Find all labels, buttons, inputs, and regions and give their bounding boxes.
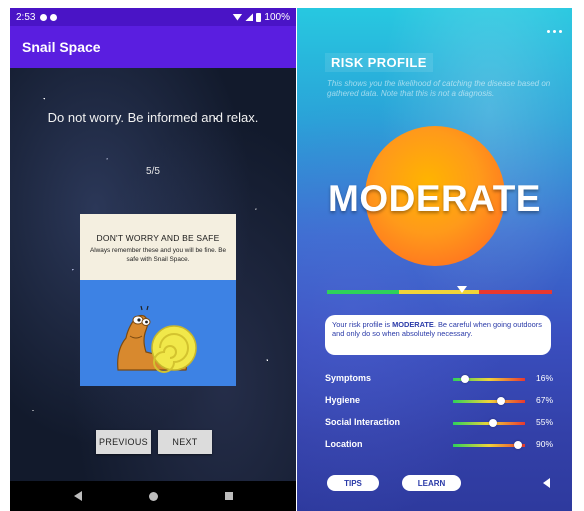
risk-meter-moderate: [399, 290, 479, 294]
factor-symptoms: Symptoms 16%: [325, 372, 553, 386]
risk-meter-marker: [457, 286, 467, 293]
factor-slider-knob: [513, 441, 522, 449]
card-illustration: [80, 280, 236, 386]
factor-value: 16%: [535, 373, 553, 383]
factor-hygiene: Hygiene 67%: [325, 394, 553, 408]
status-time: 2:53: [16, 11, 36, 23]
factor-slider-knob: [497, 397, 506, 405]
factor-track: [453, 400, 525, 403]
page-counter: 5/5: [146, 166, 160, 177]
recent-apps-icon[interactable]: [224, 492, 233, 500]
previous-button[interactable]: PREVIOUS: [96, 430, 151, 454]
back-arrow-icon[interactable]: [543, 478, 550, 488]
factor-value: 67%: [535, 395, 553, 405]
factor-label: Symptoms: [325, 373, 372, 383]
app-title: Snail Space: [22, 39, 101, 55]
snail-illustration: [117, 305, 197, 373]
wifi-icon: [232, 13, 243, 21]
risk-profile-description: This shows you the likelihood of catchin…: [327, 79, 551, 98]
factor-slider-knob: [460, 375, 469, 383]
factor-label: Location: [325, 439, 363, 449]
factor-label: Hygiene: [325, 395, 361, 405]
factor-social-interaction: Social Interaction 55%: [325, 416, 553, 430]
battery-level: 100%: [264, 11, 290, 23]
advice-level: MODERATE: [392, 320, 434, 329]
battery-icon: [256, 12, 262, 22]
system-nav-bar: [10, 481, 296, 511]
home-icon[interactable]: [148, 491, 158, 501]
risk-profile-title: RISK PROFILE: [325, 53, 433, 72]
risk-meter: [327, 290, 552, 294]
risk-profile-screen: RISK PROFILE This shows you the likeliho…: [297, 8, 572, 511]
app-bar: Snail Space: [10, 26, 296, 68]
factor-location: Location 90%: [325, 438, 553, 452]
factor-value: 55%: [535, 417, 553, 427]
advice-prefix: Your risk profile is: [332, 320, 393, 329]
back-icon[interactable]: [73, 491, 82, 501]
learn-button[interactable]: LEARN: [402, 475, 461, 491]
card-body: Always remember these and you will be fi…: [89, 247, 227, 263]
advice-box: Your risk profile is MODERATE. Be carefu…: [325, 315, 551, 355]
factor-value: 90%: [535, 439, 553, 449]
settings-icon: [50, 13, 58, 21]
factor-slider-knob: [488, 419, 497, 427]
notification-icon: [40, 13, 48, 21]
risk-meter-high: [479, 290, 552, 294]
factor-label: Social Interaction: [325, 417, 401, 427]
risk-meter-low: [327, 290, 399, 294]
status-bar: 2:53 100%: [10, 8, 296, 26]
risk-level: MODERATE: [328, 178, 541, 219]
snail-space-screen: 2:53 100% Snail Space Do not worry. Be i…: [10, 8, 296, 511]
signal-icon: [245, 13, 254, 21]
more-options-icon[interactable]: [547, 30, 562, 33]
headline: Do not worry. Be informed and relax.: [47, 110, 259, 125]
tip-card: DON'T WORRY AND BE SAFE Always remember …: [80, 214, 236, 386]
card-title: DON'T WORRY AND BE SAFE: [96, 233, 220, 243]
next-button[interactable]: NEXT: [158, 430, 212, 454]
tips-button[interactable]: TIPS: [327, 475, 379, 491]
